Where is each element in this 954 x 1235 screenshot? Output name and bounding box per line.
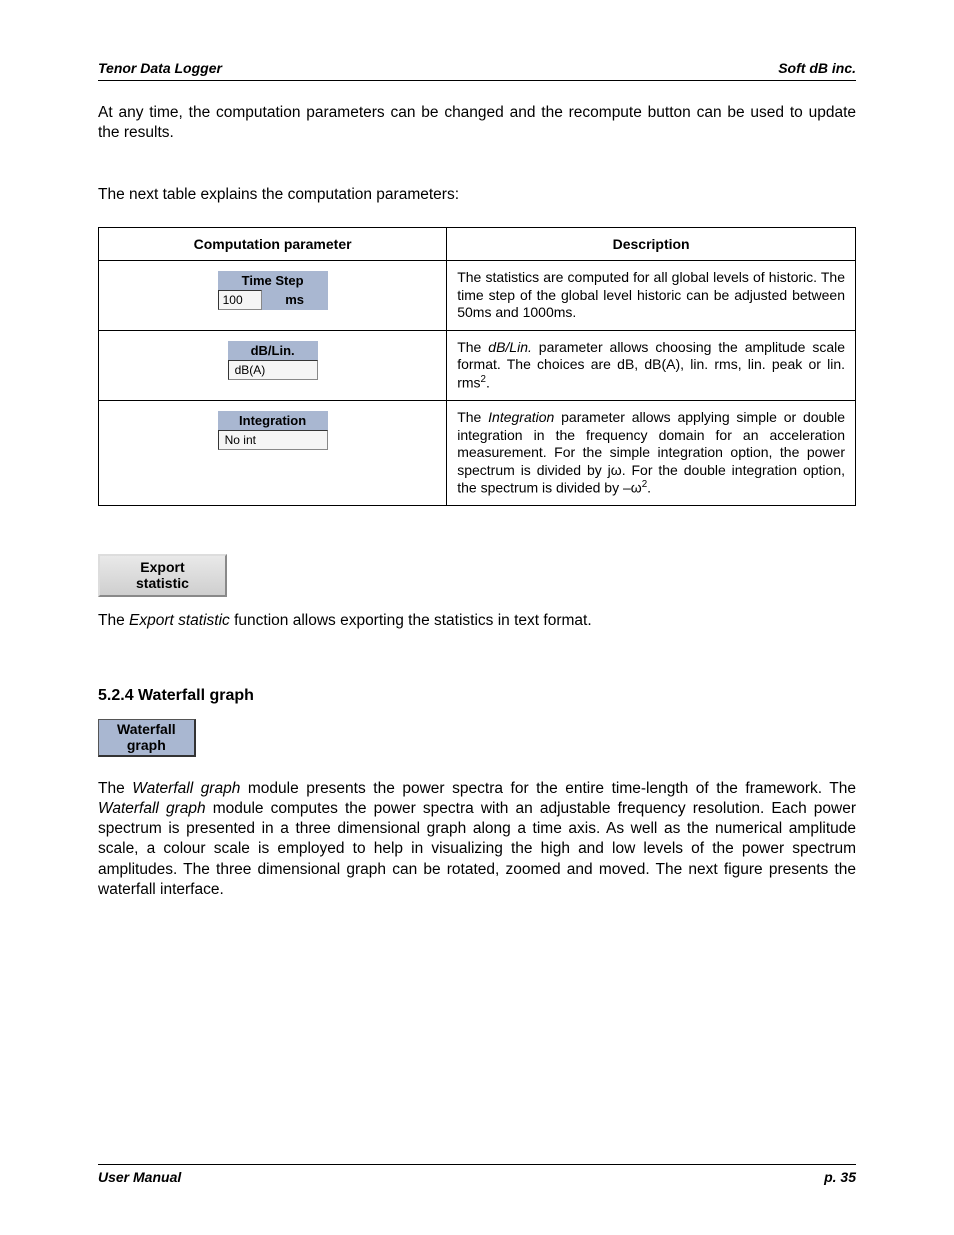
db-lin-widget: dB/Lin. dB(A) xyxy=(228,341,318,380)
export-statistic-button[interactable]: Export statistic xyxy=(98,554,227,597)
db-lin-description: The dB/Lin. parameter allows choosing th… xyxy=(447,330,856,400)
db-lin-label: dB/Lin. xyxy=(228,341,318,360)
time-step-input[interactable]: 100 xyxy=(218,290,262,310)
time-step-description: The statistics are computed for all glob… xyxy=(447,261,856,331)
export-button-line1: Export xyxy=(140,559,184,575)
page-footer: User Manual p. 35 xyxy=(98,1164,856,1185)
page-header: Tenor Data Logger Soft dB inc. xyxy=(98,60,856,80)
header-left: Tenor Data Logger xyxy=(98,60,222,76)
header-rule xyxy=(98,80,856,81)
footer-left: User Manual xyxy=(98,1169,181,1185)
time-step-label: Time Step xyxy=(218,271,328,290)
export-button-line2: statistic xyxy=(136,575,189,591)
waterfall-button-line2: graph xyxy=(127,737,166,753)
intro-paragraph-1: At any time, the computation parameters … xyxy=(98,103,856,143)
table-row: dB/Lin. dB(A) The dB/Lin. parameter allo… xyxy=(99,330,856,400)
table-head-parameter: Computation parameter xyxy=(99,228,447,261)
integration-widget: Integration No int xyxy=(218,411,328,450)
table-row: Integration No int The Integration param… xyxy=(99,401,856,506)
time-step-widget: Time Step 100 ms xyxy=(218,271,328,310)
time-step-unit: ms xyxy=(262,290,328,310)
integration-select[interactable]: No int xyxy=(218,430,328,450)
intro-paragraph-2: The next table explains the computation … xyxy=(98,185,856,205)
computation-parameters-table: Computation parameter Description Time S… xyxy=(98,227,856,506)
section-heading-waterfall: 5.2.4 Waterfall graph xyxy=(98,687,856,705)
db-lin-select[interactable]: dB(A) xyxy=(228,360,318,380)
integration-description: The Integration parameter allows applyin… xyxy=(447,401,856,506)
integration-label: Integration xyxy=(218,411,328,430)
table-row: Time Step 100 ms The statistics are comp… xyxy=(99,261,856,331)
waterfall-graph-button[interactable]: Waterfall graph xyxy=(98,719,196,757)
footer-right: p. 35 xyxy=(824,1169,856,1185)
header-right: Soft dB inc. xyxy=(778,60,856,76)
export-paragraph: The Export statistic function allows exp… xyxy=(98,611,856,631)
waterfall-button-line1: Waterfall xyxy=(117,721,176,737)
waterfall-paragraph: The Waterfall graph module presents the … xyxy=(98,779,856,900)
table-head-description: Description xyxy=(447,228,856,261)
